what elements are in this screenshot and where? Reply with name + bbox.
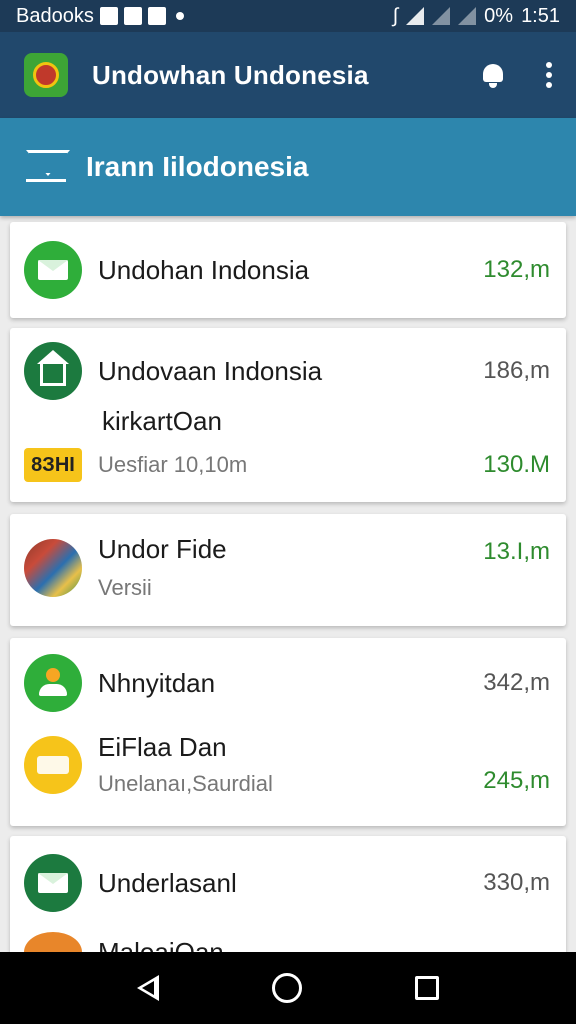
status-badge: 8ЗНI <box>24 448 82 482</box>
dot-icon <box>175 12 184 20</box>
row-title: Underlasanl <box>98 867 237 898</box>
row-subtitle: Uesfiar 10,10m <box>98 452 248 477</box>
section-title: Irann Iilodonesia <box>86 151 309 182</box>
row-value: 130.M <box>483 451 550 478</box>
overflow-menu-icon[interactable] <box>546 62 552 88</box>
row-title: Undohan Indonsia <box>98 254 310 285</box>
wifi-icon <box>406 7 425 25</box>
notification-bell-icon[interactable] <box>480 62 506 88</box>
row-title: Nhnyitdan <box>98 667 216 698</box>
notification-icon <box>123 7 142 25</box>
bluetooth-icon: ∫ <box>392 4 399 27</box>
mail-icon <box>24 854 82 912</box>
list-row[interactable]: Undovaan Indonsia 186,m <box>24 342 550 400</box>
list-card[interactable]: Undovaan Indonsia 186,m kirkartOan 8ЗНI … <box>10 328 566 502</box>
row-title: kirkartOan <box>102 406 222 436</box>
list-row[interactable]: Nhnyitdan 342,m <box>24 654 550 712</box>
row-value: 245,m <box>483 767 550 794</box>
carrier-label: Badooks <box>16 4 94 27</box>
signal-icon <box>432 7 451 25</box>
garuda-emblem-icon <box>33 62 59 88</box>
keyboard-icon <box>24 735 82 794</box>
row-value: 132,m <box>483 256 550 283</box>
row-value: 342,m <box>483 669 550 696</box>
app-bar: Undowhan Undonesia <box>0 32 576 118</box>
row-title: Undovaan Indonsia <box>98 355 323 386</box>
notification-icon <box>99 7 118 25</box>
row-value: 13.I,m <box>483 538 550 565</box>
list-card[interactable]: Undor Fide Versii 13.I,m <box>10 514 566 626</box>
photo-avatar <box>24 538 82 597</box>
list-row[interactable]: EiFlaa Dan Unelanaı,Saurdial 245,m <box>24 732 550 797</box>
row-value: 186,m <box>483 357 550 384</box>
person-icon <box>24 654 82 712</box>
recent-apps-icon[interactable] <box>415 976 440 1000</box>
row-subtitle: Versii <box>98 575 152 600</box>
list-row[interactable]: Undohan Indonsia 132,m <box>24 241 550 299</box>
section-header: Irann Iilodonesia <box>0 118 576 216</box>
list-card[interactable]: Nhnyitdan 342,m EiFlaa Dan Unelanaı,Saur… <box>10 638 566 826</box>
back-icon[interactable] <box>136 975 159 1001</box>
mail-icon <box>24 241 82 299</box>
clock: 1:51 <box>521 4 560 27</box>
app-logo <box>24 53 68 97</box>
list-card[interactable]: Undohan Indonsia 132,m <box>10 222 566 318</box>
row-value: 330,m <box>483 869 550 896</box>
notification-icon <box>147 7 166 25</box>
house-icon <box>24 342 82 400</box>
battery-percent: 0% <box>484 4 514 27</box>
system-nav-bar <box>0 952 576 1024</box>
row-title: Undor Fide <box>98 534 227 564</box>
signal-icon <box>458 7 477 25</box>
app-title: Undowhan Undonesia <box>92 59 369 90</box>
status-bar: Badooks ∫ 0% 1:51 <box>0 0 576 32</box>
home-icon[interactable] <box>271 973 302 1003</box>
inbox-icon <box>26 150 68 184</box>
list-row[interactable]: Undor Fide Versii 13.I,m <box>24 534 550 601</box>
list-row[interactable]: kirkartOan <box>102 406 550 437</box>
row-title: EiFlaa Dan <box>98 732 227 762</box>
list-row[interactable]: 8ЗНI Uesfiar 10,10m 130.M <box>24 448 550 482</box>
list-row[interactable]: Underlasanl 330,m <box>24 854 550 912</box>
row-subtitle: Unelanaı,Saurdial <box>98 771 273 796</box>
